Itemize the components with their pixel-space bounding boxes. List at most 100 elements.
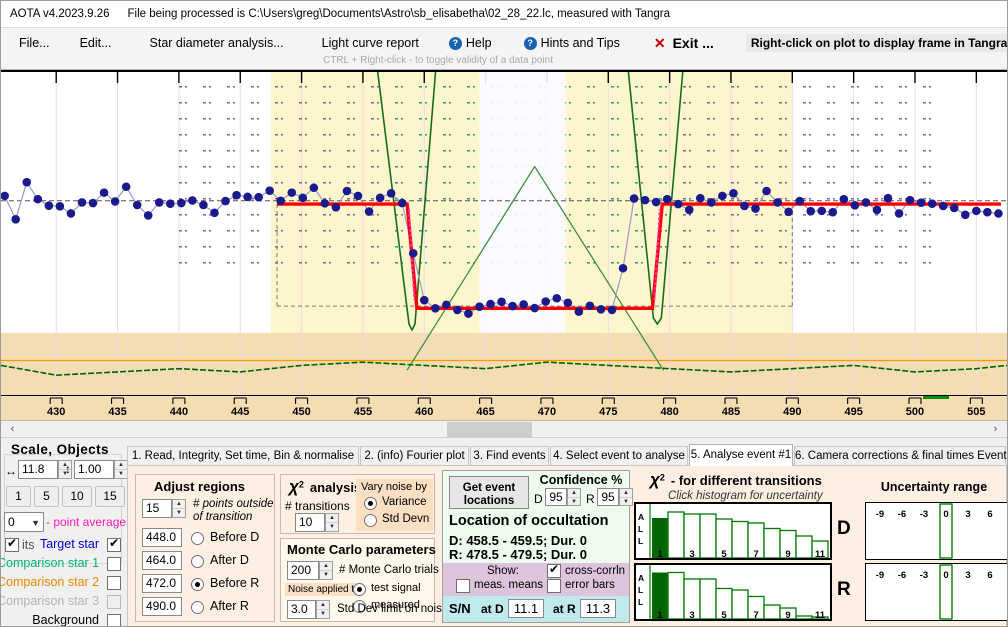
show-label-cross-corrln: cross-corrln bbox=[565, 565, 625, 577]
confidence-r-spinner[interactable]: ▲▼ bbox=[619, 488, 633, 506]
chi2-histograms-hint: Click histogram for uncertainty bbox=[668, 490, 823, 502]
menu-hints-and-tips[interactable]: ? Hints and Tips bbox=[518, 33, 626, 53]
scale-button-10[interactable]: 10 bbox=[62, 486, 92, 507]
region-value-after-d[interactable]: 464.0 bbox=[142, 551, 182, 570]
svg-text:-9: -9 bbox=[876, 570, 884, 581]
transitions-spinner[interactable]: ▲▼ bbox=[325, 513, 339, 532]
chi2-analysis-box: χ2 analysis # transitions 10 ▲▼ Vary noi… bbox=[280, 474, 435, 534]
svg-text:1: 1 bbox=[657, 610, 663, 619]
scale-button-15[interactable]: 15 bbox=[95, 486, 125, 507]
std-dev-limit-spinner[interactable]: ▲▼ bbox=[316, 600, 330, 619]
menu-light-curve-report[interactable]: Light curve report bbox=[316, 33, 425, 53]
tab-find-events[interactable]: 3. Find events bbox=[470, 446, 549, 466]
confidence-r-input[interactable]: 95 bbox=[597, 488, 619, 506]
object-label-background: Background bbox=[32, 613, 99, 627]
tab-select-event[interactable]: 4. Select event to analyse bbox=[550, 446, 688, 466]
object-checkbox-comparison-1[interactable] bbox=[107, 557, 121, 571]
object-row-target-star: its Target star bbox=[1, 537, 125, 556]
event-location-box: Get event locations Confidence % D 95 ▲▼… bbox=[442, 470, 630, 623]
occultation-d-line: D: 458.5 - 459.5; Dur. 0 bbox=[449, 533, 587, 548]
object-label-target-star: Target star bbox=[40, 537, 99, 551]
region-value-before-r[interactable]: 472.0 bbox=[142, 574, 182, 593]
point-average-select[interactable]: 0 ▼ bbox=[4, 512, 44, 532]
noise-radio-test-signal[interactable] bbox=[353, 583, 366, 596]
confidence-d-input[interactable]: 95 bbox=[545, 488, 567, 506]
analysis-tab-strip: 1. Read, Integrity, Set time, Bin & norm… bbox=[127, 444, 1007, 466]
tab-fourier-plot[interactable]: 2. (info) Fourier plot bbox=[360, 446, 469, 466]
std-dev-limit-input[interactable]: 3.0 bbox=[287, 600, 316, 619]
chi2-histogram-d-svg[interactable]: ALL1357911 bbox=[636, 504, 830, 558]
chi2-histogram-d[interactable]: ALL1357911 bbox=[634, 502, 832, 560]
tab-camera-corrections[interactable]: 6. Camera corrections & final times Even… bbox=[794, 446, 1006, 466]
menu-edit[interactable]: Edit... bbox=[74, 33, 118, 53]
get-event-locations-button[interactable]: Get event locations bbox=[449, 476, 529, 509]
tab-read-integrity[interactable]: 1. Read, Integrity, Set time, Bin & norm… bbox=[127, 446, 359, 466]
scroll-left-arrow[interactable]: ‹ bbox=[4, 421, 21, 438]
chi2-histograms-panel: χ2 - for different transitions Click his… bbox=[634, 470, 856, 623]
menu-help[interactable]: ? Help bbox=[443, 33, 498, 53]
scale-button-5[interactable]: 5 bbox=[34, 486, 59, 507]
svg-text:0: 0 bbox=[943, 509, 948, 520]
show-checkbox-meas-means[interactable] bbox=[456, 579, 470, 593]
uncertainty-plot-d-svg[interactable]: -9-6-30369 bbox=[866, 503, 1008, 559]
confidence-r-label: R bbox=[586, 492, 595, 506]
mc-trials-input[interactable]: 200 bbox=[287, 561, 319, 580]
horizontal-scale-input[interactable]: 11.8 bbox=[18, 460, 58, 479]
transitions-input[interactable]: 10 bbox=[295, 513, 325, 532]
svg-text:7: 7 bbox=[753, 610, 758, 619]
scroll-right-arrow[interactable]: › bbox=[987, 421, 1004, 438]
points-label: its bbox=[22, 538, 35, 552]
mc-trials-spinner[interactable]: ▲▼ bbox=[319, 561, 333, 580]
vertical-scale-spinner[interactable]: ▲▼ bbox=[114, 460, 128, 479]
chi2-histogram-r-svg[interactable]: ALL1357911 bbox=[636, 565, 830, 619]
vertical-scale-input[interactable]: 1.00 bbox=[74, 460, 114, 479]
svg-text:A: A bbox=[638, 573, 644, 583]
region-value-after-r[interactable]: 490.0 bbox=[142, 597, 182, 616]
help-circle-icon: ? bbox=[449, 37, 462, 50]
svg-text:L: L bbox=[638, 585, 643, 595]
show-options-band: Show: meas. means cross-corrln error bar… bbox=[443, 563, 629, 596]
uncertainty-plot-r-svg[interactable]: -9-6-30369 bbox=[866, 564, 1008, 620]
object-checkbox-target-star[interactable] bbox=[107, 538, 121, 552]
menu-exit-label: Exit ... bbox=[673, 35, 714, 51]
confidence-d-spinner[interactable]: ▲▼ bbox=[567, 488, 581, 506]
object-checkbox-background[interactable] bbox=[107, 614, 121, 627]
region-value-before-d[interactable]: 448.0 bbox=[142, 528, 182, 547]
plot-horizontal-scrollbar[interactable]: ‹ › bbox=[1, 421, 1007, 438]
points-outside-spinner[interactable]: ▲▼ bbox=[172, 499, 186, 518]
region-label-before-r: Before R bbox=[210, 576, 259, 590]
svg-text:6: 6 bbox=[987, 509, 992, 520]
show-checkbox-error-bars[interactable] bbox=[547, 579, 561, 593]
plot-x-axis: 4304354404454504554604654704754804854904… bbox=[1, 396, 1007, 421]
svg-text:455: 455 bbox=[354, 406, 372, 418]
chi2-histogram-r[interactable]: ALL1357911 bbox=[634, 563, 832, 621]
uncertainty-plot-d[interactable]: -9-6-30369 bbox=[865, 502, 1008, 560]
aota-main-window: AOTA v4.2023.9.26 File being processed i… bbox=[0, 0, 1008, 627]
vary-radio-std-devn[interactable] bbox=[364, 514, 377, 527]
svg-text:475: 475 bbox=[599, 406, 617, 418]
sn-label: S/N bbox=[449, 601, 471, 616]
uncertainty-plot-r[interactable]: -9-6-30369 bbox=[865, 563, 1008, 621]
svg-text:470: 470 bbox=[538, 406, 556, 418]
vary-radio-variance[interactable] bbox=[364, 497, 377, 510]
menu-star-diameter-analysis[interactable]: Star diameter analysis... bbox=[144, 33, 290, 53]
show-checkbox-cross-corrln[interactable] bbox=[547, 564, 561, 578]
svg-text:11: 11 bbox=[815, 610, 826, 619]
region-radio-before-d[interactable] bbox=[191, 532, 204, 545]
object-checkbox-comparison-2[interactable] bbox=[107, 576, 121, 590]
tab-analyse-event-1[interactable]: 5. Analyse event #1 bbox=[689, 444, 793, 466]
object-row-comparison-1: Comparison star 1 bbox=[1, 556, 125, 575]
region-radio-after-d[interactable] bbox=[191, 555, 204, 568]
svg-text:485: 485 bbox=[722, 406, 740, 418]
light-curve-svg[interactable] bbox=[1, 72, 1007, 396]
region-radio-after-r[interactable] bbox=[191, 601, 204, 614]
chi2-histograms-title: χ2 - for different transitions bbox=[650, 470, 822, 490]
menu-file[interactable]: File... bbox=[13, 33, 56, 53]
points-checkbox[interactable] bbox=[5, 538, 19, 552]
region-radio-before-r[interactable] bbox=[191, 578, 204, 591]
scale-button-1[interactable]: 1 bbox=[6, 486, 31, 507]
light-curve-plot[interactable] bbox=[1, 70, 1007, 396]
menu-exit[interactable]: ✕ Exit ... bbox=[648, 32, 720, 55]
points-outside-input[interactable]: 15 bbox=[142, 499, 172, 518]
scrollbar-thumb[interactable] bbox=[447, 422, 532, 437]
